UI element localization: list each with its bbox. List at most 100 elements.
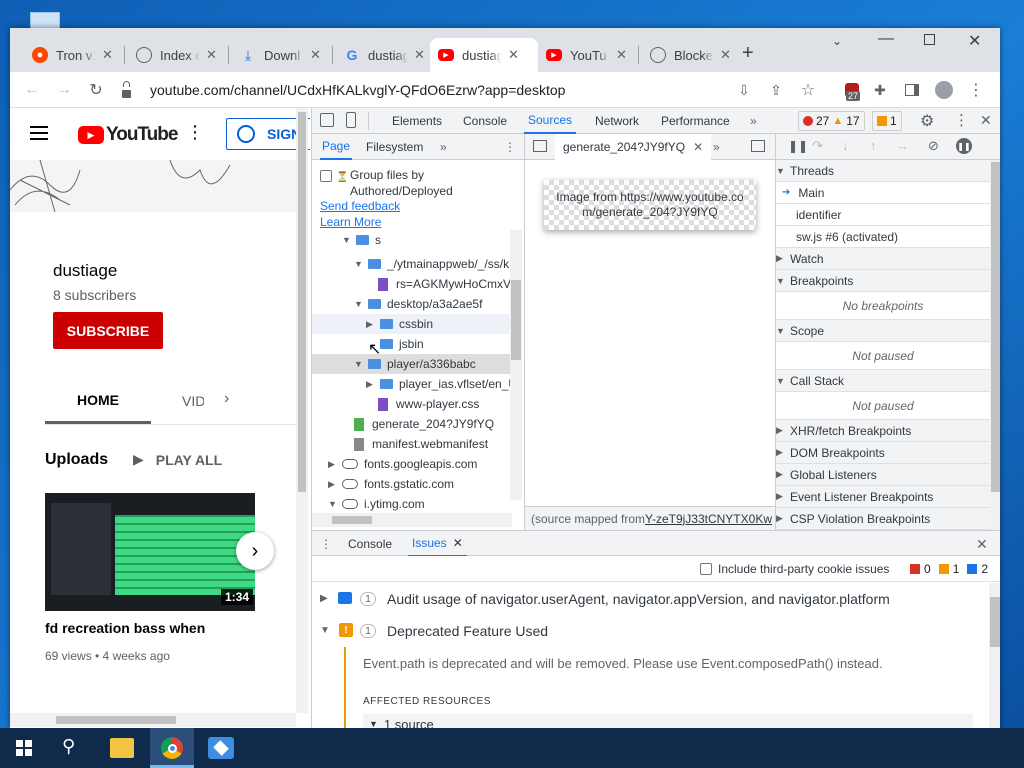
tree-item[interactable]: ▼ player/a336babc	[312, 354, 512, 374]
tree-item[interactable]: www-player.css	[312, 394, 512, 414]
more-icon[interactable]: ⋮	[186, 122, 204, 143]
error-warning-counter[interactable]: 27 ▲ 17	[798, 111, 865, 131]
navigator-menu-icon[interactable]: ⋮	[504, 134, 516, 160]
step-icon[interactable]: →	[896, 138, 909, 153]
csp-section[interactable]: ▶ CSP Violation Breakpoints	[776, 508, 990, 530]
tree-scrollbar[interactable]	[510, 230, 522, 500]
file-explorer-icon[interactable]	[110, 738, 134, 758]
tree-item[interactable]: ▶ cssbin	[312, 314, 512, 334]
third-party-checkbox[interactable]	[700, 563, 712, 575]
tree-item[interactable]: generate_204?JY9fYQ	[312, 414, 512, 434]
close-icon[interactable]: ✕	[508, 47, 519, 63]
inspect-icon[interactable]	[320, 113, 334, 127]
devtools-menu-icon[interactable]: ⋮	[954, 111, 969, 129]
step-into-icon[interactable]: ↓	[842, 138, 849, 153]
tab-home[interactable]: HOME	[45, 378, 151, 424]
xhr-section[interactable]: ▶ XHR/fetch Breakpoints	[776, 420, 990, 442]
star-icon[interactable]: ☆	[796, 78, 820, 102]
tree-item[interactable]: jsbin	[312, 334, 512, 354]
tab-4[interactable]: Gdustiag ✕	[336, 38, 436, 72]
callstack-section[interactable]: ▼ Call Stack	[776, 370, 990, 392]
more-editor-icon[interactable]: »	[713, 134, 720, 160]
pause-on-exceptions-icon[interactable]: ❚❚	[956, 138, 972, 154]
threads-section[interactable]: ▼ Threads	[776, 160, 990, 182]
install-icon[interactable]: ⇩	[732, 78, 756, 102]
close-window-button[interactable]: ✕	[968, 31, 981, 51]
watch-section[interactable]: ▶ Watch	[776, 248, 990, 270]
chrome-taskbar-button[interactable]	[150, 728, 194, 768]
thread-identifier[interactable]: identifier	[776, 204, 990, 226]
issue-title-2[interactable]: Deprecated Feature Used	[387, 623, 548, 639]
tree-hscrollbar[interactable]	[312, 513, 512, 527]
reload-button[interactable]: ↻	[84, 78, 108, 102]
tree-item[interactable]: ▼ _/ytmainappweb/_/ss/k	[312, 254, 512, 274]
more-navigator-icon[interactable]: »	[440, 134, 447, 160]
tab-videos[interactable]: VID	[182, 393, 204, 409]
share-icon[interactable]: ⇪	[764, 78, 788, 102]
chevron-right-icon[interactable]: ›	[224, 390, 229, 408]
close-icon[interactable]: ✕	[693, 140, 703, 154]
affected-source-row[interactable]: ▼ 1 source	[363, 714, 973, 728]
breakpoints-section[interactable]: ▼ Breakpoints	[776, 270, 990, 292]
page-scrollbar[interactable]	[296, 108, 308, 713]
youtube-logo[interactable]: ▶ YouTube	[78, 124, 178, 146]
close-icon[interactable]: ✕	[616, 47, 627, 63]
new-tab-button[interactable]: +	[742, 42, 754, 65]
tree-item[interactable]: ▼ s	[312, 230, 512, 250]
tab-5-active[interactable]: ▶ dustiag ✕	[430, 38, 538, 72]
expand-arrow-icon[interactable]: ▶	[320, 593, 328, 604]
tree-item[interactable]: ▶ fonts.googleapis.com	[312, 454, 512, 474]
issues-counter[interactable]: 1	[872, 111, 902, 131]
close-icon[interactable]: ✕	[720, 47, 731, 63]
close-icon[interactable]: ✕	[453, 536, 463, 550]
deactivate-breakpoints-icon[interactable]: ⊘	[928, 138, 939, 154]
close-devtools-icon[interactable]: ✕	[980, 112, 992, 129]
tree-item[interactable]: ▼ i.ytimg.com	[312, 494, 512, 512]
pause-icon[interactable]: ❚❚	[788, 139, 808, 153]
sidebar-scrollbar[interactable]	[990, 160, 1000, 530]
menu-icon[interactable]: ⋮	[964, 78, 988, 102]
dom-section[interactable]: ▶ DOM Breakpoints	[776, 442, 990, 464]
scope-section[interactable]: ▼ Scope	[776, 320, 990, 342]
tab-6[interactable]: ▶ YouTu ✕	[538, 38, 638, 72]
next-arrow-button[interactable]: ›	[236, 532, 274, 570]
step-over-icon[interactable]: ↷	[812, 138, 823, 154]
tab-sources[interactable]: Sources	[524, 108, 577, 134]
tree-item[interactable]: manifest.webmanifest	[312, 434, 512, 454]
tree-item[interactable]: ▼ desktop/a3a2ae5f	[312, 294, 512, 314]
forward-button[interactable]: →	[52, 78, 76, 102]
group-files-checkbox[interactable]	[320, 170, 332, 182]
tab-performance[interactable]: Performance	[661, 108, 730, 134]
drawer-tab-console[interactable]: Console	[348, 531, 392, 557]
event-listener-section[interactable]: ▶ Event Listener Breakpoints	[776, 486, 990, 508]
issues-scrollbar[interactable]	[989, 583, 1000, 728]
tab-search-icon[interactable]: ⌄	[832, 34, 842, 48]
profile-icon[interactable]	[932, 78, 956, 102]
tab-console[interactable]: Console	[463, 108, 507, 134]
minimize-button[interactable]: —	[878, 30, 894, 48]
extensions-icon[interactable]: ✚	[868, 78, 892, 102]
maximize-button[interactable]	[924, 34, 935, 45]
tab-7[interactable]: Blocke ✕	[642, 38, 742, 72]
more-tabs-icon[interactable]: »	[750, 108, 757, 134]
editor-tab-generate[interactable]: generate_204?JY9fYQ ✕	[555, 134, 712, 160]
extension-badge-icon[interactable]: 27	[840, 78, 864, 102]
play-all-button[interactable]: ▶ PLAY ALL	[133, 451, 222, 468]
close-drawer-icon[interactable]: ✕	[976, 531, 988, 557]
video-title[interactable]: fd recreation bass when	[45, 620, 205, 636]
tab-3[interactable]: ⤓ Downl ✕	[232, 38, 332, 72]
close-icon[interactable]: ✕	[102, 47, 113, 63]
issue-title-1[interactable]: Audit usage of navigator.userAgent, navi…	[387, 591, 890, 607]
close-icon[interactable]: ✕	[310, 47, 321, 63]
windows-start-icon[interactable]	[16, 740, 32, 756]
subscribe-button[interactable]: SUBSCRIBE	[53, 312, 163, 349]
close-icon[interactable]: ✕	[206, 47, 217, 63]
tab-elements[interactable]: Elements	[392, 108, 442, 134]
search-icon[interactable]: ⚲	[62, 736, 75, 757]
learn-more-link[interactable]: Learn More	[320, 215, 381, 229]
step-out-icon[interactable]: ↑	[870, 138, 877, 153]
device-toolbar-icon[interactable]	[346, 112, 356, 128]
video-thumbnail[interactable]: 1:34	[45, 493, 255, 611]
app-taskbar-icon[interactable]	[208, 737, 234, 759]
send-feedback-link[interactable]: Send feedback	[320, 199, 400, 213]
